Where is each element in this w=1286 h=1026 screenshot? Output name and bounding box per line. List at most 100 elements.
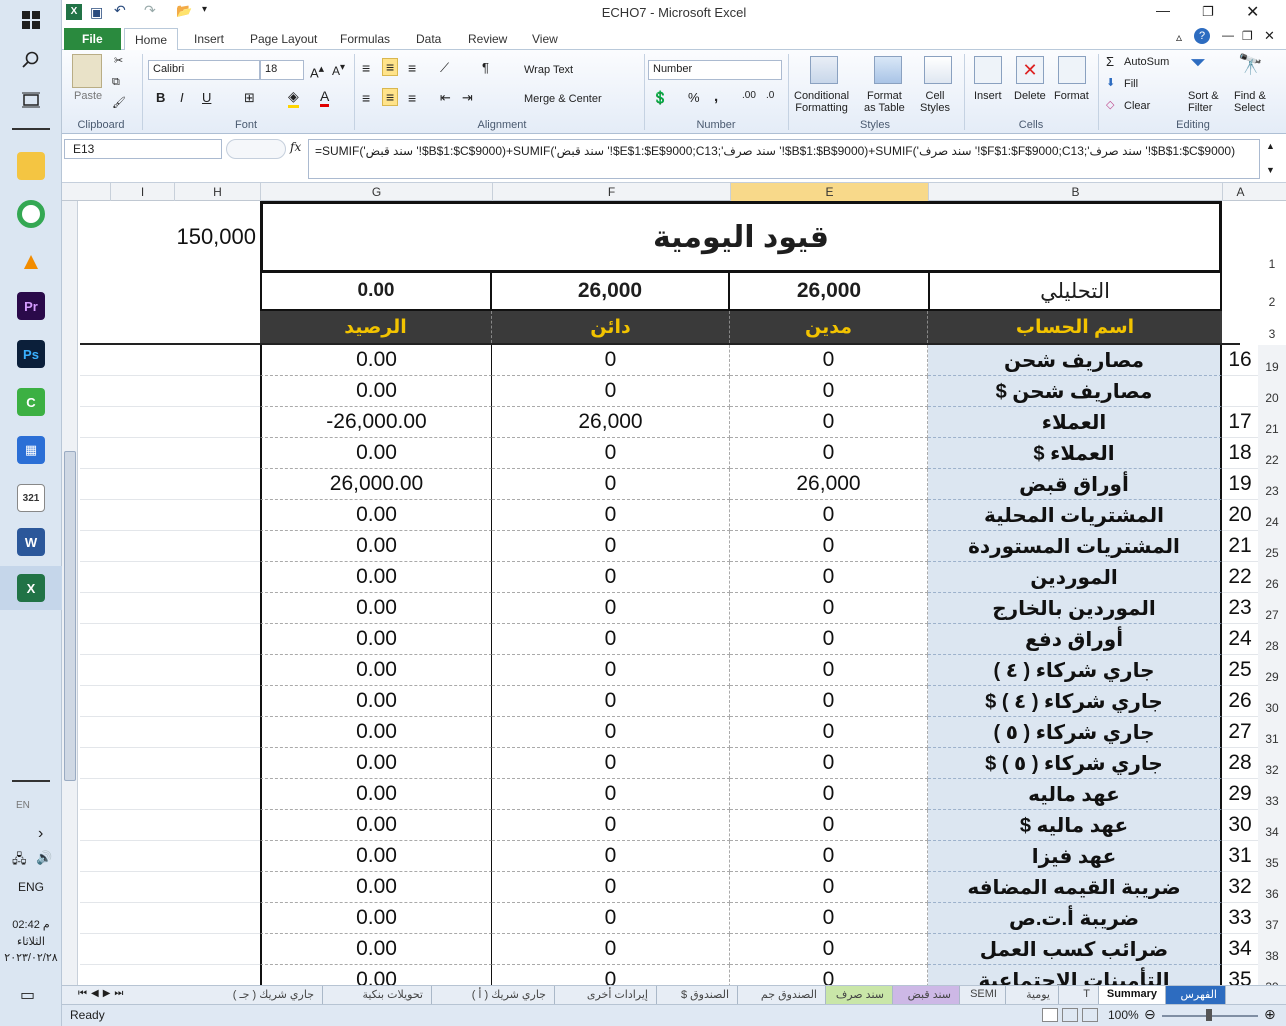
empty-cells[interactable]	[80, 531, 260, 562]
credit-value-cell[interactable]: 0	[492, 748, 730, 779]
word-icon[interactable]: W	[17, 528, 45, 556]
balance-value-cell[interactable]: 0.00	[260, 531, 492, 562]
name-box[interactable]: E13	[64, 139, 222, 159]
bold-button[interactable]: B	[156, 90, 165, 105]
index-value-cell[interactable]: 34	[1222, 934, 1258, 965]
conditional-formatting-icon[interactable]	[810, 56, 838, 84]
decrease-indent-icon[interactable]: ⇤	[440, 90, 451, 106]
balance-value-cell[interactable]: 0.00	[260, 965, 492, 985]
column-header-h[interactable]: H	[174, 183, 260, 201]
format-button[interactable]: Format	[1054, 90, 1089, 102]
credit-value-cell[interactable]: 0	[492, 686, 730, 717]
tab-insert[interactable]: Insert	[184, 28, 234, 50]
formula-bar-expander[interactable]	[226, 139, 286, 159]
sheet-tab[interactable]: جاري شريك ( جـ )	[193, 986, 323, 1004]
credit-value-cell[interactable]: 0	[492, 903, 730, 934]
row-number[interactable]: 39	[1258, 965, 1286, 985]
column-header-i[interactable]: I	[110, 183, 174, 201]
row-number[interactable]: 21	[1258, 407, 1286, 438]
normal-view-icon[interactable]	[1042, 1008, 1058, 1022]
debit-value-cell[interactable]: 0	[730, 562, 928, 593]
sheet-tab[interactable]: Summary	[1099, 986, 1166, 1004]
sheet-tab[interactable]: SEMI	[960, 986, 1006, 1004]
debit-value-cell[interactable]: 0	[730, 903, 928, 934]
paste-icon[interactable]	[72, 54, 102, 88]
photoshop-icon[interactable]: Ps	[17, 340, 45, 368]
row-number[interactable]: 20	[1258, 376, 1286, 407]
volume-icon[interactable]: 🔊	[36, 850, 52, 866]
autosum-icon[interactable]: Σ	[1106, 54, 1114, 69]
text-direction-icon[interactable]: ¶	[482, 60, 489, 75]
empty-cells[interactable]	[80, 686, 260, 717]
debit-value-cell[interactable]: 0	[730, 841, 928, 872]
empty-cells[interactable]	[80, 779, 260, 810]
index-value-cell[interactable]: 35	[1222, 965, 1258, 985]
column-header-b[interactable]: B	[928, 183, 1222, 201]
index-value-cell[interactable]: 18	[1222, 438, 1258, 469]
credit-value-cell[interactable]: 0	[492, 717, 730, 748]
row-number[interactable]: 24	[1258, 500, 1286, 531]
delete-cells-icon[interactable]: ✕	[1016, 56, 1044, 84]
empty-cells[interactable]	[80, 748, 260, 779]
formula-input[interactable]: =SUMIF('سند قبض '!$B$1:$C$9000)+SUMIF('س…	[308, 139, 1260, 179]
underline-button[interactable]: U	[202, 90, 211, 105]
notification-icon[interactable]: ▭	[20, 985, 35, 1005]
fill-color-icon[interactable]: ◈	[288, 88, 299, 108]
balance-header[interactable]: الرصيد	[260, 311, 492, 343]
borders-icon[interactable]: ⊞	[244, 90, 255, 106]
excel-icon[interactable]: X	[17, 574, 45, 602]
conditional-formatting-button[interactable]: Conditional Formatting	[794, 90, 849, 114]
row-number[interactable]: 30	[1258, 686, 1286, 717]
page-break-view-icon[interactable]	[1082, 1008, 1098, 1022]
debit-value-cell[interactable]: 0	[730, 655, 928, 686]
empty-cells[interactable]	[80, 965, 260, 985]
index-value-cell[interactable]: 23	[1222, 593, 1258, 624]
credit-value-cell[interactable]: 0	[492, 469, 730, 500]
row-number[interactable]: 37	[1258, 903, 1286, 934]
align-left-icon[interactable]: ≡	[362, 90, 370, 106]
index-value-cell[interactable]: 33	[1222, 903, 1258, 934]
account-name-cell[interactable]: ضريبة القيمه المضافه	[928, 872, 1222, 903]
index-value-cell[interactable]: 16	[1222, 345, 1258, 376]
index-value-cell[interactable]: 26	[1222, 686, 1258, 717]
cut-icon[interactable]: ✂	[114, 54, 123, 67]
b2-cell[interactable]: التحليلي	[928, 273, 1222, 311]
grow-font-icon[interactable]: A▴	[310, 62, 324, 80]
debit-value-cell[interactable]: 26,000	[730, 469, 928, 500]
balance-value-cell[interactable]: 0.00	[260, 624, 492, 655]
row-number[interactable]: 22	[1258, 438, 1286, 469]
empty-cells[interactable]	[80, 872, 260, 903]
index-value-cell[interactable]: 32	[1222, 872, 1258, 903]
debit-value-cell[interactable]: 0	[730, 593, 928, 624]
merge-center-button[interactable]: Merge & Center	[524, 93, 602, 105]
f2-cell[interactable]: 26,000	[492, 273, 730, 311]
debit-value-cell[interactable]: 0	[730, 748, 928, 779]
row-number[interactable]: 29	[1258, 655, 1286, 686]
row-number[interactable]: 31	[1258, 717, 1286, 748]
cell-styles-button[interactable]: Cell Styles	[920, 90, 950, 114]
sheet-tab[interactable]: سند قبض	[893, 986, 960, 1004]
balance-value-cell[interactable]: 0.00	[260, 438, 492, 469]
row-number[interactable]: 19	[1258, 345, 1286, 376]
index-value-cell[interactable]: 24	[1222, 624, 1258, 655]
tab-home[interactable]: Home	[124, 28, 179, 51]
row-number-1[interactable]: 1	[1258, 201, 1286, 273]
e2-cell[interactable]: 26,000	[730, 273, 928, 311]
column-header-f[interactable]: F	[492, 183, 730, 201]
file-explorer-icon[interactable]	[17, 152, 45, 180]
empty-cells[interactable]	[80, 469, 260, 500]
sheet-tab[interactable]: يومية	[1006, 986, 1059, 1004]
index-value-cell[interactable]: 31	[1222, 841, 1258, 872]
empty-cells[interactable]	[80, 903, 260, 934]
font-name-select[interactable]: Calibri	[148, 60, 260, 80]
decrease-decimal-icon[interactable]: .0	[766, 90, 774, 101]
sort-filter-button[interactable]: Sort & Filter	[1188, 90, 1219, 114]
search-icon[interactable]	[10, 42, 52, 78]
index-value-cell[interactable]: 27	[1222, 717, 1258, 748]
row-number[interactable]: 35	[1258, 841, 1286, 872]
account-name-cell[interactable]: جاري شركاء ( ٥ )	[928, 717, 1222, 748]
row-number[interactable]: 38	[1258, 934, 1286, 965]
ribbon-minimize-icon[interactable]: ▵	[1176, 30, 1182, 44]
account-header[interactable]: اسم الحساب	[928, 311, 1222, 343]
font-color-icon[interactable]: A	[320, 88, 330, 107]
